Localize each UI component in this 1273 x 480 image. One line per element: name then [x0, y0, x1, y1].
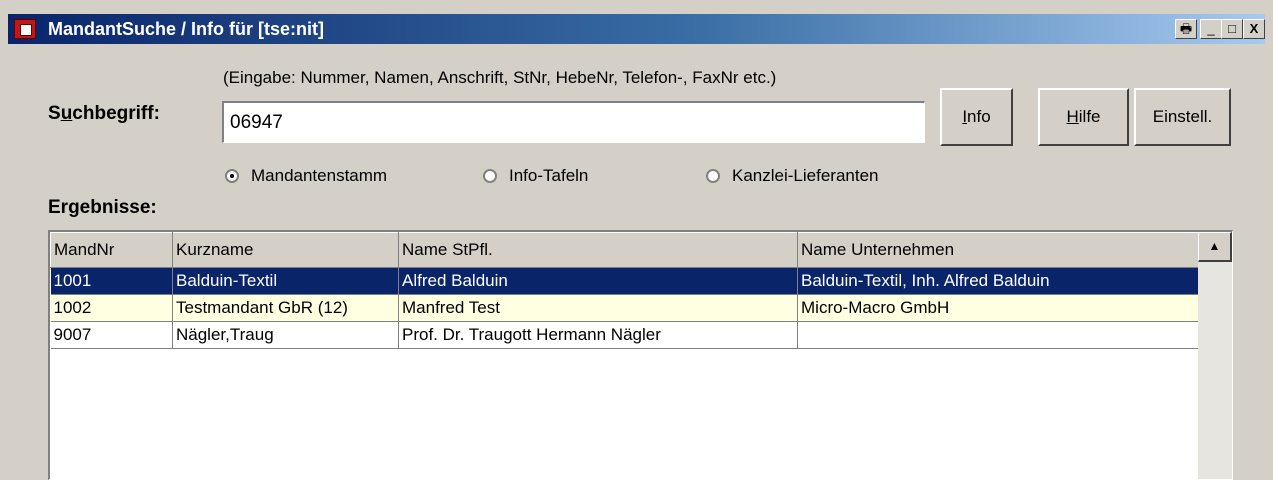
cell-name-stpfl: Alfred Balduin: [398, 267, 798, 295]
cell-name-stpfl: Prof. Dr. Traugott Hermann Nägler: [398, 321, 798, 349]
radio-checked-icon[interactable]: [225, 169, 239, 183]
search-input[interactable]: [222, 101, 925, 143]
close-button[interactable]: X: [1243, 19, 1265, 39]
cell-name-unternehmen: Balduin-Textil, Inh. Alfred Balduin: [797, 267, 1199, 295]
app-icon[interactable]: [14, 19, 36, 39]
cell-kurzname: Testmandant GbR (12): [172, 294, 399, 322]
window-title: MandantSuche / Info für [tse:nit]: [48, 19, 324, 39]
mandant-search-window: MandantSuche / Info für [tse:nit] 🖶 _ □ …: [0, 0, 1273, 480]
cell-mandnr: 1001: [50, 267, 173, 295]
radio-info-tafeln[interactable]: Info-Tafeln: [483, 163, 588, 189]
radio-unchecked-icon[interactable]: [483, 169, 497, 183]
cell-kurzname: Balduin-Textil: [172, 267, 399, 295]
radio-kanzlei-lieferanten[interactable]: Kanzlei-Lieferanten: [706, 163, 878, 189]
table-row[interactable]: 1002 Testmandant GbR (12) Manfred Test M…: [50, 294, 1199, 322]
results-grid[interactable]: MandNr Kurzname Name StPfl. Name Unterne…: [48, 230, 1233, 480]
info-button[interactable]: Info: [940, 88, 1013, 146]
cell-name-unternehmen: Micro-Macro GmbH: [797, 294, 1199, 322]
cell-kurzname: Nägler,Traug: [172, 321, 399, 349]
settings-button[interactable]: Einstell.: [1134, 88, 1231, 146]
table-row[interactable]: 1001 Balduin-Textil Alfred Balduin Baldu…: [50, 267, 1199, 295]
header-row: MandNr Kurzname Name StPfl. Name Unterne…: [50, 232, 1199, 268]
results-table: MandNr Kurzname Name StPfl. Name Unterne…: [50, 232, 1199, 349]
minimize-button[interactable]: _: [1200, 19, 1222, 39]
print-icon[interactable]: 🖶: [1175, 19, 1197, 39]
cell-name-stpfl: Manfred Test: [398, 294, 798, 322]
cell-mandnr: 1002: [50, 294, 173, 322]
title-bar[interactable]: MandantSuche / Info für [tse:nit] 🖶 _ □ …: [8, 14, 1265, 44]
radio-label: Mandantenstamm: [251, 166, 388, 185]
search-hint: (Eingabe: Nummer, Namen, Anschrift, StNr…: [223, 68, 777, 87]
cell-mandnr: 9007: [50, 321, 173, 349]
column-header[interactable]: Kurzname: [172, 232, 399, 268]
table-row[interactable]: 9007 Nägler,Traug Prof. Dr. Traugott Her…: [50, 321, 1199, 349]
help-button[interactable]: Hilfe: [1038, 88, 1129, 146]
column-header[interactable]: MandNr: [50, 232, 173, 268]
maximize-button[interactable]: □: [1221, 19, 1243, 39]
radio-label: Kanzlei-Lieferanten: [732, 166, 879, 185]
search-label: Suchbegriff:: [48, 103, 160, 124]
results-label: Ergebnisse:: [48, 197, 157, 218]
column-header[interactable]: Name Unternehmen: [797, 232, 1199, 268]
radio-unchecked-icon[interactable]: [706, 169, 720, 183]
cell-name-unternehmen: [797, 321, 1199, 349]
radio-label: Info-Tafeln: [509, 166, 589, 185]
vertical-scrollbar[interactable]: ▲: [1198, 232, 1232, 479]
radio-mandantenstamm[interactable]: Mandantenstamm: [225, 163, 387, 189]
column-header[interactable]: Name StPfl.: [398, 232, 798, 268]
scroll-up-icon[interactable]: ▲: [1198, 232, 1232, 262]
